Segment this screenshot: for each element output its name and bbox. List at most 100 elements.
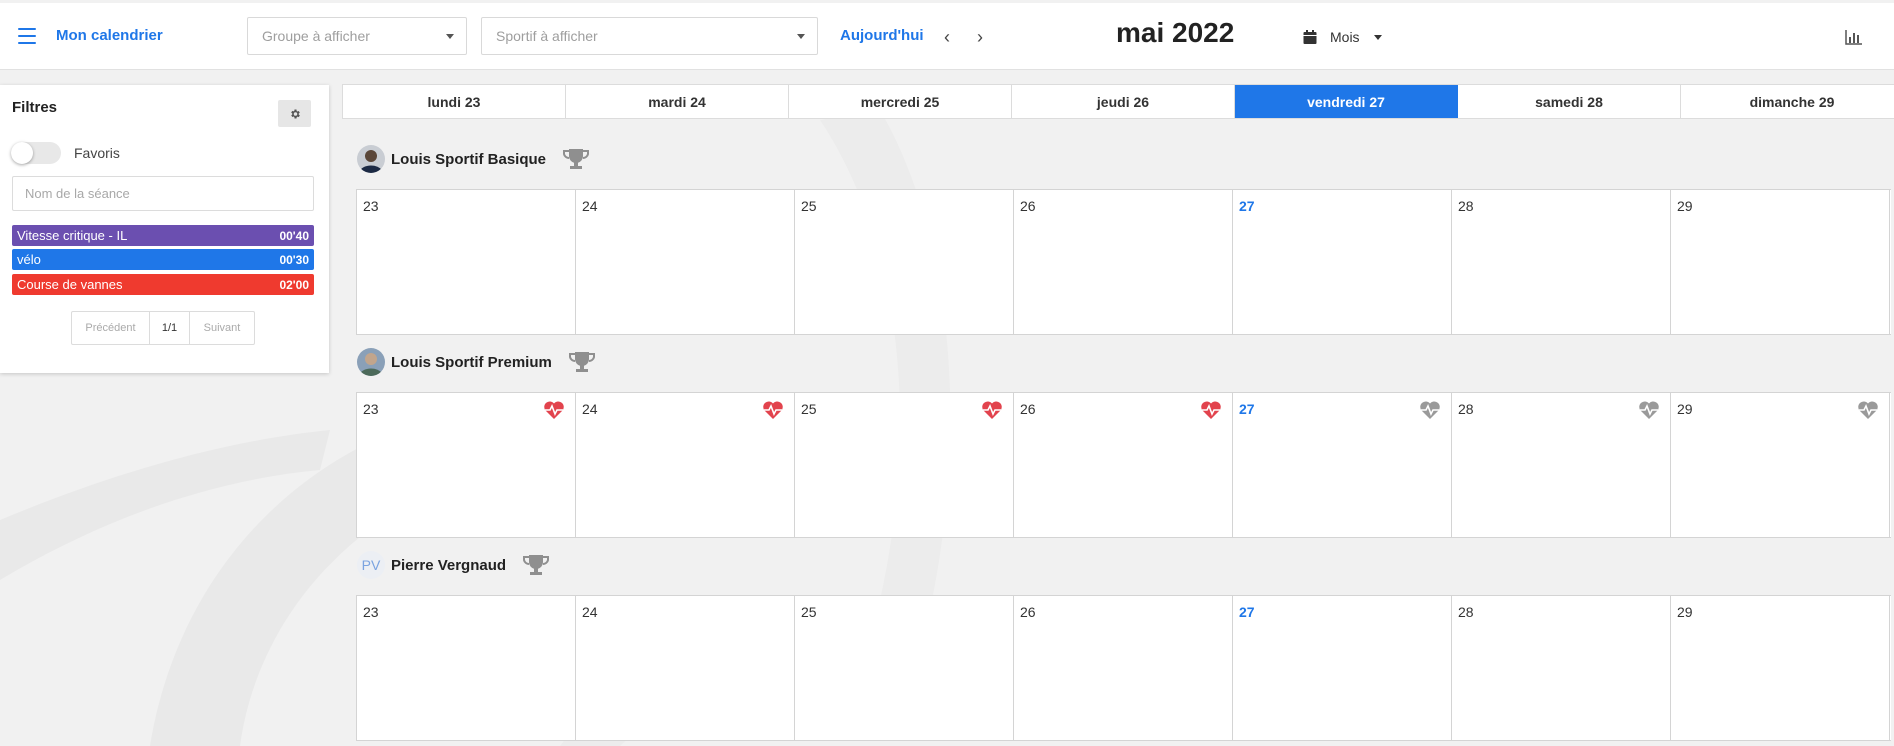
session-item[interactable]: Vitesse critique - IL 00'40 [12,225,314,246]
day-number: 28 [1458,401,1474,417]
day-cell[interactable]: 28 [1452,393,1671,537]
day-cell[interactable]: 25 [795,596,1014,740]
day-cell[interactable]: 23 [357,190,576,334]
day-cell[interactable]: 29 [1671,393,1890,537]
day-cell[interactable]: 26 [1014,393,1233,537]
day-number: 24 [582,198,598,214]
day-header-tue[interactable]: mardi 24 [566,85,789,118]
athlete-name[interactable]: Pierre Vergnaud [391,557,506,574]
athlete-header: Louis Sportif Premium [357,347,596,377]
bar-chart-icon[interactable] [1845,29,1863,45]
chevron-down-icon [797,34,805,39]
athlete-name[interactable]: Louis Sportif Premium [391,354,552,371]
day-number: 24 [582,401,598,417]
prev-arrow-icon[interactable]: ‹ [937,27,957,47]
day-number: 28 [1458,198,1474,214]
avatar[interactable] [357,348,385,376]
day-number: 27 [1239,604,1255,620]
chevron-down-icon [446,34,454,39]
avatar[interactable] [357,145,385,173]
day-cell[interactable]: 24 [576,596,795,740]
heart-rate-icon[interactable] [762,400,784,420]
day-header-thu[interactable]: jeudi 26 [1012,85,1235,118]
session-item[interactable]: Course de vannes 02'00 [12,274,314,295]
day-number: 23 [363,401,379,417]
brand-link[interactable]: Mon calendrier [56,27,163,44]
day-number: 23 [363,198,379,214]
week-day-header: lundi 23 mardi 24 mercredi 25 jeudi 26 v… [342,84,1894,119]
session-item[interactable]: vélo 00'30 [12,249,314,270]
session-search-input[interactable] [12,176,314,211]
athlete-name[interactable]: Louis Sportif Basique [391,151,546,168]
day-header-wed[interactable]: mercredi 25 [789,85,1012,118]
day-header-sat[interactable]: samedi 28 [1458,85,1681,118]
settings-button[interactable] [278,100,311,127]
day-cell[interactable]: 23 [357,596,576,740]
heart-rate-icon[interactable] [1638,400,1660,420]
day-number: 29 [1677,604,1693,620]
avatar[interactable]: PV [357,551,385,579]
day-number: 25 [801,401,817,417]
day-cell[interactable]: 27 [1233,596,1452,740]
view-select[interactable]: Mois [1302,25,1382,49]
session-duration: 00'30 [279,252,309,267]
day-cell[interactable]: 29 [1671,596,1890,740]
day-cell[interactable]: 28 [1452,190,1671,334]
day-cell[interactable]: 24 [576,393,795,537]
athlete-select[interactable]: Sportif à afficher [481,17,818,55]
chevron-down-icon [1373,34,1382,40]
day-cell[interactable]: 27 [1233,190,1452,334]
group-select[interactable]: Groupe à afficher [247,17,467,55]
next-page-button[interactable]: Suivant [190,312,254,344]
favorites-toggle[interactable] [11,142,61,164]
athlete-header: Louis Sportif Basique [357,144,590,174]
athlete-week-grid: 23 24 25 26 27 28 29 [356,392,1891,538]
heart-rate-icon[interactable] [1419,400,1441,420]
day-number: 28 [1458,604,1474,620]
day-cell[interactable]: 28 [1452,596,1671,740]
day-cell[interactable]: 25 [795,190,1014,334]
heart-rate-icon[interactable] [981,400,1003,420]
filters-title: Filtres [12,99,58,116]
day-number: 25 [801,198,817,214]
prev-page-button[interactable]: Précédent [72,312,150,344]
trophy-icon[interactable] [522,553,550,577]
gear-icon [290,109,300,118]
day-cell[interactable]: 26 [1014,596,1233,740]
day-cell[interactable]: 29 [1671,190,1890,334]
day-number: 26 [1020,198,1036,214]
day-number: 29 [1677,198,1693,214]
menu-icon[interactable] [18,25,36,47]
toggle-knob [11,142,33,164]
next-arrow-icon[interactable]: › [970,27,990,47]
heart-rate-icon[interactable] [1857,400,1879,420]
group-select-placeholder: Groupe à afficher [262,28,370,44]
session-name: Vitesse critique - IL [17,228,128,243]
day-cell[interactable]: 23 [357,393,576,537]
day-header-fri[interactable]: vendredi 27 [1235,85,1458,118]
trophy-icon[interactable] [562,147,590,171]
day-cell[interactable]: 25 [795,393,1014,537]
day-cell[interactable]: 27 [1233,393,1452,537]
session-duration: 00'40 [279,228,309,243]
heart-rate-icon[interactable] [1200,400,1222,420]
day-cell[interactable]: 24 [576,190,795,334]
session-duration: 02'00 [279,277,309,292]
filters-panel: Filtres Favoris Vitesse critique - IL 00… [0,85,329,373]
day-header-mon[interactable]: lundi 23 [343,85,566,118]
day-cell[interactable]: 26 [1014,190,1233,334]
day-number: 26 [1020,401,1036,417]
day-header-sun[interactable]: dimanche 29 [1681,85,1894,118]
athlete-select-placeholder: Sportif à afficher [496,28,598,44]
athlete-week-grid: 23 24 25 26 27 28 29 [356,595,1891,741]
top-bar: Mon calendrier Groupe à afficher Sportif… [0,3,1894,70]
today-button[interactable]: Aujourd'hui [840,27,924,44]
day-number: 23 [363,604,379,620]
trophy-icon[interactable] [568,350,596,374]
day-number: 27 [1239,198,1255,214]
view-select-value: Mois [1330,29,1360,45]
heart-rate-icon[interactable] [543,400,565,420]
day-number: 27 [1239,401,1255,417]
day-number: 29 [1677,401,1693,417]
day-number: 24 [582,604,598,620]
